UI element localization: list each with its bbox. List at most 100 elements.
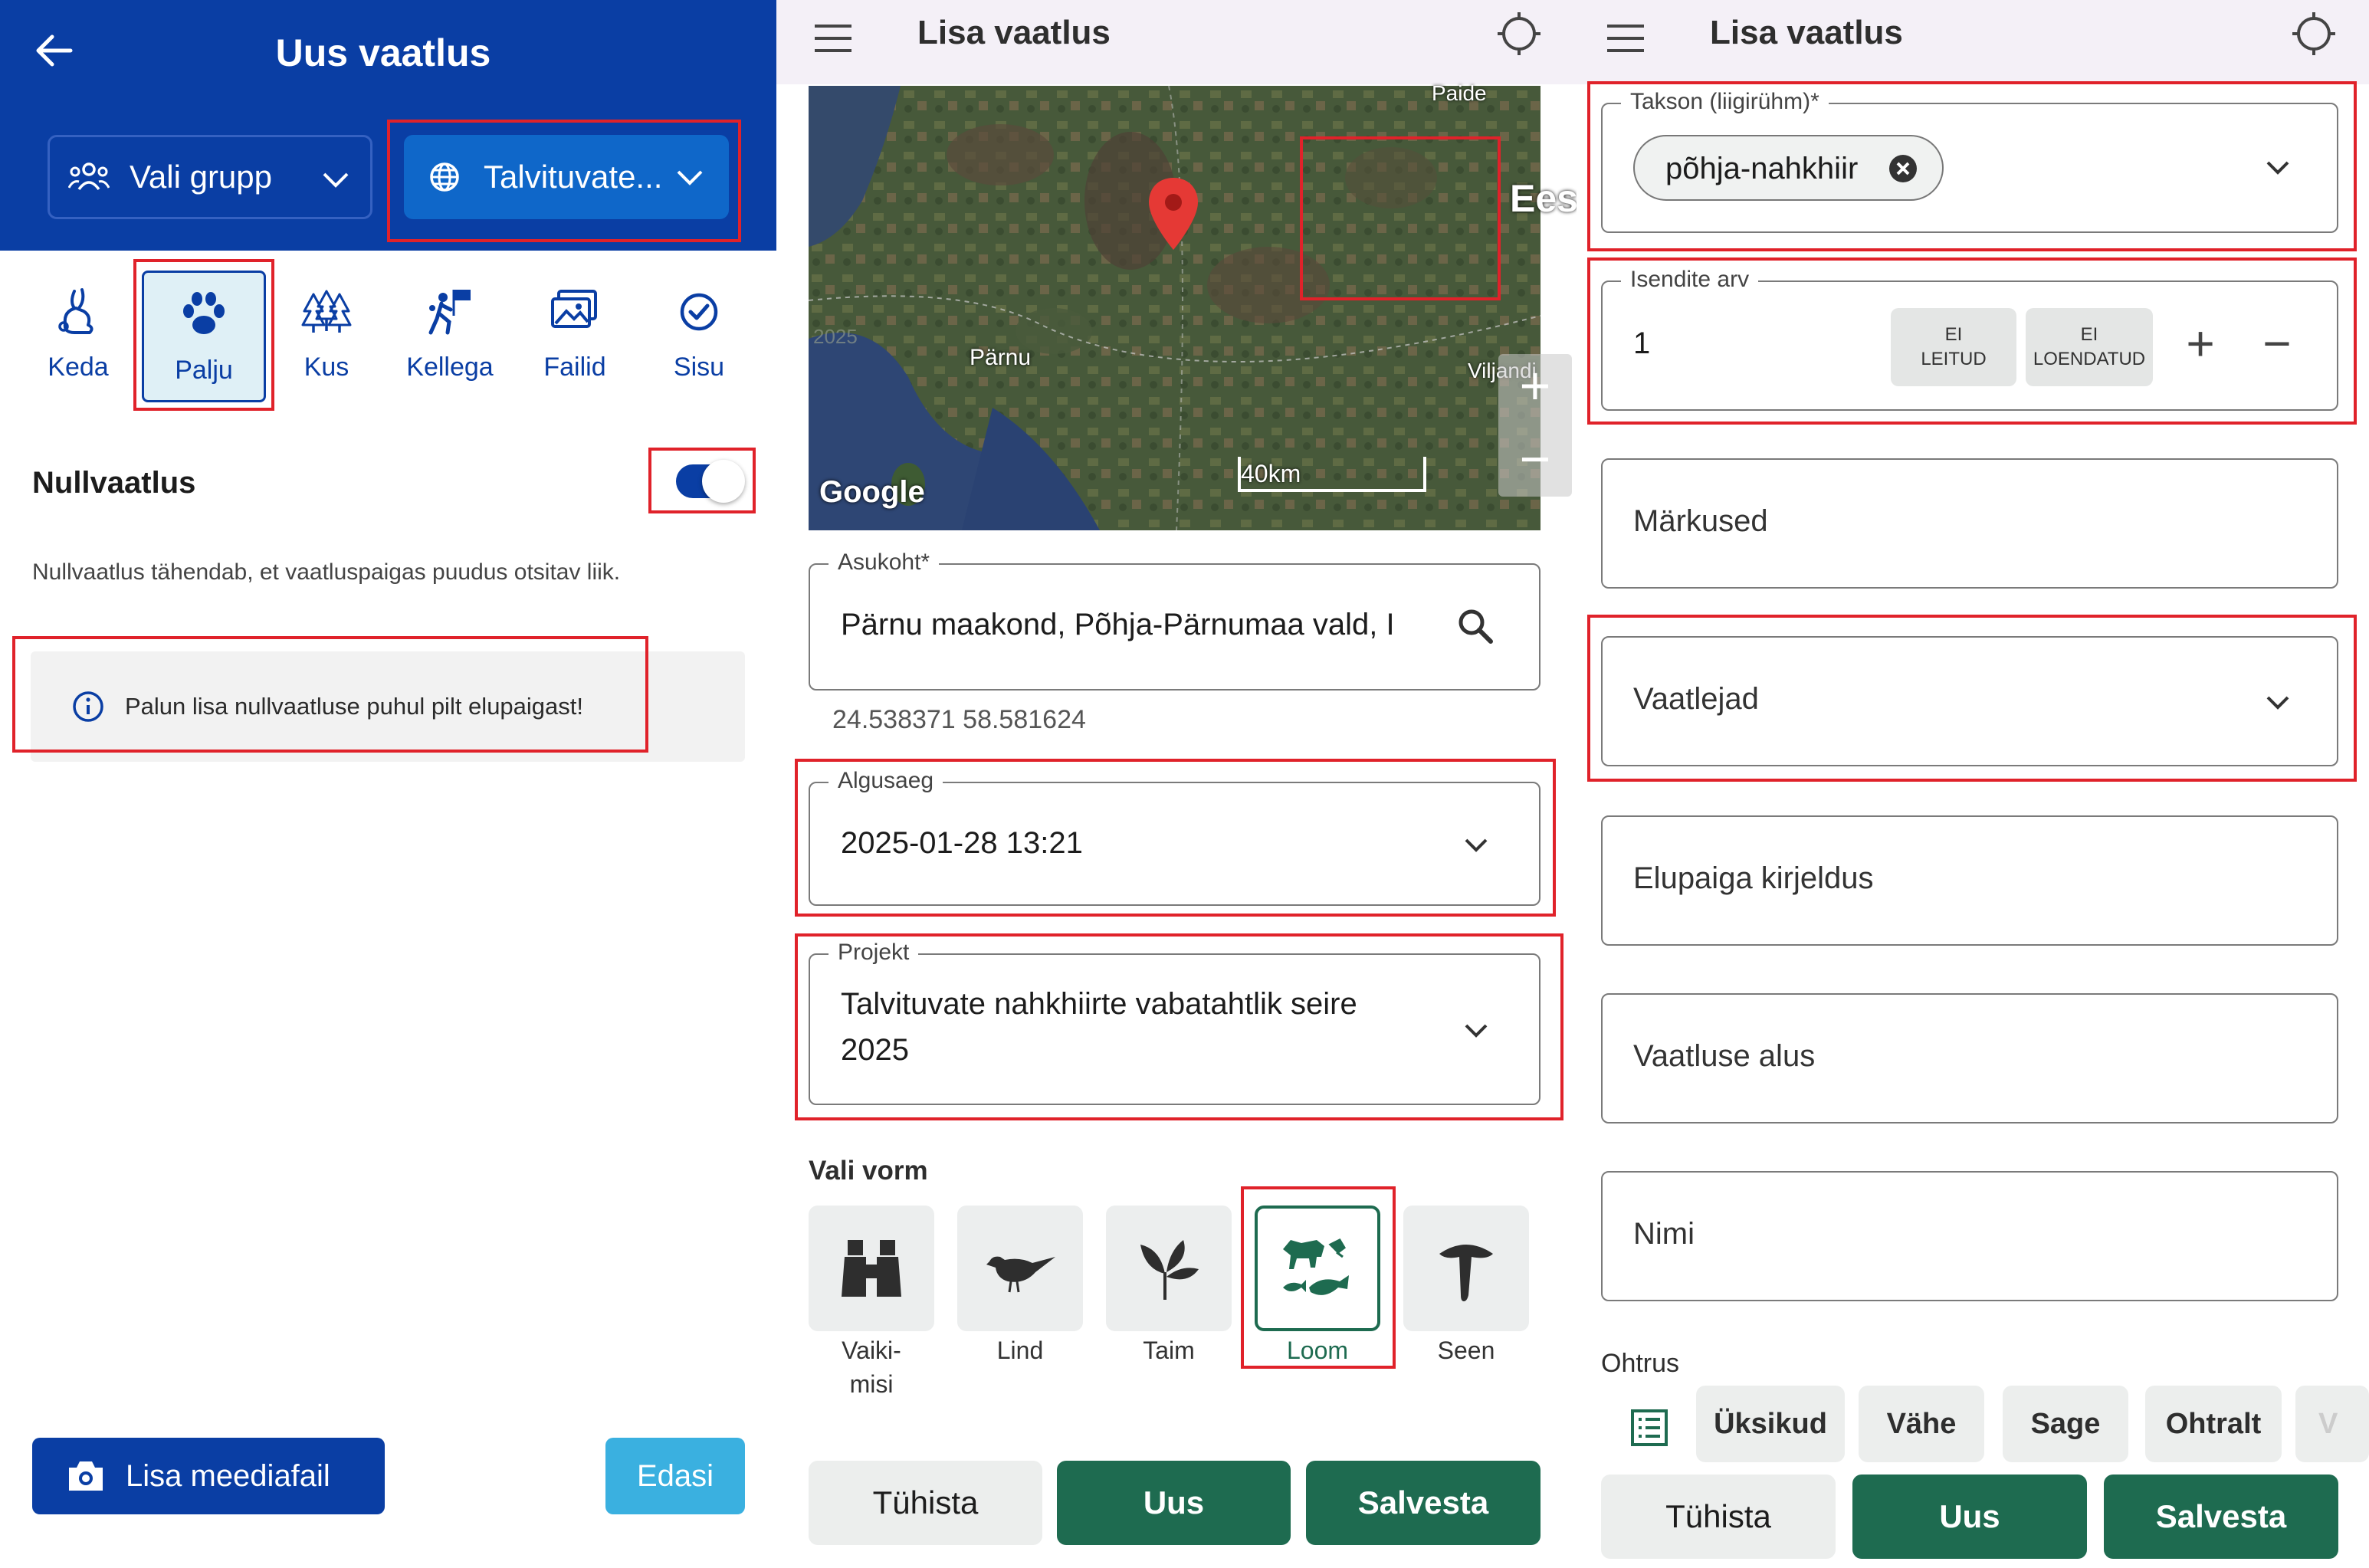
new-button[interactable]: Uus bbox=[1057, 1461, 1291, 1545]
form-general[interactable] bbox=[809, 1206, 934, 1331]
form-animal[interactable] bbox=[1255, 1206, 1380, 1331]
tab-failid[interactable]: Failid bbox=[514, 261, 636, 406]
paw-icon bbox=[183, 291, 225, 334]
zoom-in-button[interactable]: + bbox=[1504, 359, 1566, 412]
start-time-value: 2025-01-28 13:21 bbox=[841, 826, 1083, 860]
abundance-option[interactable]: V bbox=[2295, 1386, 2369, 1462]
tab-label: Failid bbox=[543, 352, 606, 382]
form-animal-label: Loom bbox=[1286, 1337, 1349, 1364]
abundance-option[interactable]: Vähe bbox=[1859, 1386, 1984, 1462]
new-button[interactable]: Uus bbox=[1852, 1475, 2087, 1559]
tab-label: Palju bbox=[175, 355, 233, 385]
save-button[interactable]: Salvesta bbox=[1306, 1461, 1541, 1545]
location-field[interactable]: Asukoht* Pärnu maakond, Põhja-Pärnumaa v… bbox=[809, 549, 1541, 691]
chevron-down-icon bbox=[1465, 1024, 1488, 1038]
group-select[interactable]: Vali grupp bbox=[48, 135, 372, 219]
top-app-bar bbox=[776, 0, 1577, 84]
chevron-down-icon bbox=[323, 172, 349, 188]
decrement-button[interactable]: − bbox=[2246, 313, 2308, 374]
start-time-label: Algusaeg bbox=[828, 768, 943, 794]
taxon-chip[interactable]: põhja-nahkhiir bbox=[1633, 135, 1944, 201]
project-field[interactable]: Projekt Talvituvate nahkhiirte vabatahtl… bbox=[809, 940, 1541, 1105]
zoom-out-button[interactable]: − bbox=[1504, 432, 1566, 486]
taxon-field[interactable]: Takson (liigirühm)* põhja-nahkhiir bbox=[1601, 89, 2338, 233]
observers-placeholder: Vaatlejad bbox=[1633, 682, 1759, 716]
location-target-icon[interactable] bbox=[1495, 9, 1544, 58]
search-icon[interactable] bbox=[1455, 606, 1495, 646]
not-found-button[interactable]: EI LEITUD bbox=[1891, 308, 2016, 386]
form-bird[interactable] bbox=[957, 1206, 1083, 1331]
form-plant[interactable] bbox=[1106, 1206, 1232, 1331]
animals-icon bbox=[1283, 1238, 1349, 1295]
location-label: Asukoht* bbox=[828, 549, 940, 576]
project-select-label: Talvituvate... bbox=[484, 159, 663, 195]
menu-icon[interactable] bbox=[1604, 17, 1647, 60]
add-media-label: Lisa meediafail bbox=[126, 1458, 330, 1493]
add-observation-details-panel: Lisa vaatlus Takson (liigirühm)* põhja-n… bbox=[1577, 0, 2369, 1568]
location-target-icon[interactable] bbox=[2289, 9, 2338, 58]
map-label-parnu: Pärnu bbox=[970, 345, 1032, 370]
notes-field[interactable]: Märkused bbox=[1601, 458, 2338, 589]
tab-label: Kellega bbox=[406, 352, 494, 382]
binoculars-icon bbox=[842, 1240, 901, 1297]
map-marker-icon[interactable] bbox=[1146, 176, 1201, 253]
tab-kus[interactable]: Kus bbox=[265, 261, 388, 406]
tab-palju[interactable]: Palju bbox=[142, 271, 266, 402]
mushroom-icon bbox=[1439, 1245, 1493, 1301]
chevron-down-icon bbox=[1465, 838, 1488, 852]
top-app-bar bbox=[1577, 0, 2369, 84]
habitat-field[interactable]: Elupaiga kirjeldus bbox=[1601, 815, 2338, 946]
increment-button[interactable]: + bbox=[2170, 313, 2231, 374]
map-label-eesti: Ees bbox=[1510, 177, 1577, 220]
menu-icon[interactable] bbox=[812, 17, 855, 60]
name-field[interactable]: Nimi bbox=[1601, 1171, 2338, 1301]
cancel-button[interactable]: Tühista bbox=[1601, 1475, 1836, 1559]
save-button[interactable]: Salvesta bbox=[2104, 1475, 2338, 1559]
project-value-line1: Talvituvate nahkhiirte vabatahtlik seire bbox=[841, 987, 1357, 1021]
null-observation-label: Nullvaatlus bbox=[32, 466, 196, 500]
map-label-paide: Paide bbox=[1432, 81, 1487, 105]
name-placeholder: Nimi bbox=[1633, 1217, 1695, 1251]
tab-keda[interactable]: Keda bbox=[17, 261, 139, 406]
abundance-label: Ohtrus bbox=[1601, 1349, 1680, 1378]
project-value-line2: 2025 bbox=[841, 1033, 909, 1067]
notes-placeholder: Märkused bbox=[1633, 504, 1768, 538]
trees-icon bbox=[301, 290, 352, 333]
camera-icon bbox=[69, 1461, 103, 1491]
new-observation-panel: Uus vaatlus Vali grupp Talvituvate... Ke… bbox=[0, 0, 776, 1568]
map-view[interactable] bbox=[809, 86, 1541, 530]
abundance-option[interactable]: Sage bbox=[2003, 1386, 2128, 1462]
not-counted-button[interactable]: EI LOENDATUD bbox=[2026, 308, 2153, 386]
rabbit-icon bbox=[58, 287, 94, 334]
toggle-knob[interactable] bbox=[702, 460, 745, 503]
abundance-option[interactable]: Üksikud bbox=[1696, 1386, 1845, 1462]
observers-field[interactable]: Vaatlejad bbox=[1601, 636, 2338, 766]
coordinates-text: 24.538371 58.581624 bbox=[832, 705, 1086, 734]
tab-sisu[interactable]: Sisu bbox=[638, 261, 760, 406]
taxon-label: Takson (liigirühm)* bbox=[1621, 89, 1829, 115]
habitat-placeholder: Elupaiga kirjeldus bbox=[1633, 861, 1874, 895]
tab-label: Keda bbox=[48, 352, 109, 382]
check-circle-icon bbox=[680, 293, 718, 330]
project-select[interactable]: Talvituvate... bbox=[404, 135, 729, 219]
list-icon[interactable] bbox=[1630, 1409, 1668, 1447]
count-field[interactable]: Isendite arv 1 EI LEITUD EI LOENDATUD + − bbox=[1601, 267, 2338, 411]
basis-field[interactable]: Vaatluse alus bbox=[1601, 993, 2338, 1124]
satellite-map[interactable] bbox=[809, 86, 1541, 530]
count-label: Isendite arv bbox=[1621, 267, 1759, 293]
start-time-field[interactable]: Algusaeg 2025-01-28 13:21 bbox=[809, 768, 1541, 906]
globe-icon bbox=[430, 162, 459, 192]
add-media-button[interactable]: Lisa meediafail bbox=[32, 1438, 385, 1514]
google-logo: Google bbox=[819, 475, 925, 509]
form-general-label: Vaiki-misi bbox=[842, 1337, 901, 1398]
null-observation-description: Nullvaatlus tähendab, et vaatluspaigas p… bbox=[32, 559, 621, 585]
cancel-button[interactable]: Tühista bbox=[809, 1461, 1042, 1545]
abundance-option[interactable]: Ohtralt bbox=[2145, 1386, 2282, 1462]
form-fungus[interactable] bbox=[1403, 1206, 1529, 1331]
tab-kellega[interactable]: Kellega bbox=[389, 261, 511, 406]
next-button[interactable]: Edasi bbox=[605, 1438, 745, 1514]
close-icon[interactable] bbox=[1888, 153, 1918, 184]
info-icon bbox=[73, 691, 103, 722]
add-observation-panel: Lisa vaatlus Paide Ees Pärnu 2025 Google… bbox=[776, 0, 1577, 1568]
location-value: Pärnu maakond, Põhja-Pärnumaa vald, I bbox=[841, 608, 1395, 641]
